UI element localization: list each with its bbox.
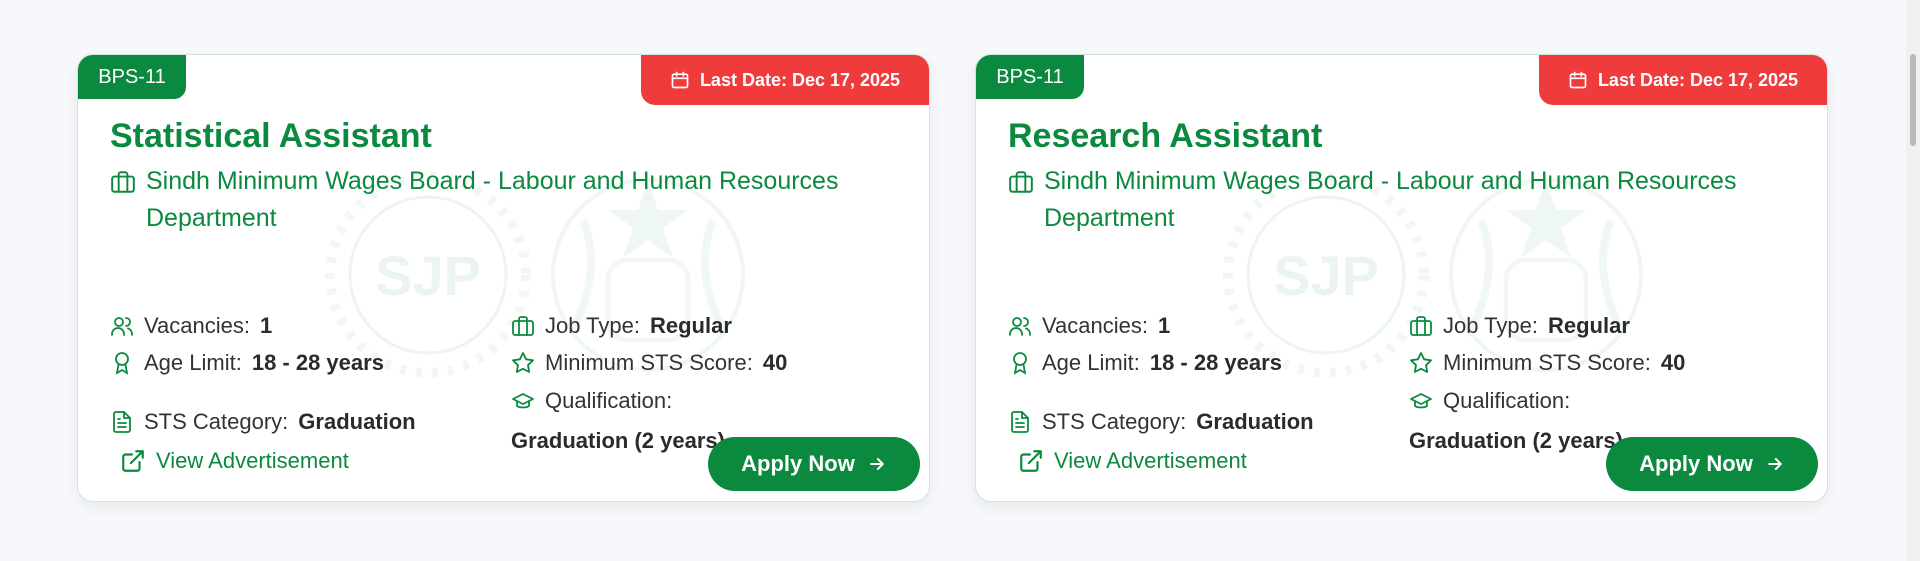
apply-now-label: Apply Now [741,451,855,476]
external-link-icon [122,450,144,472]
view-advertisement-link[interactable]: View Advertisement [120,448,349,474]
vacancies-value: 1 [1157,313,1171,338]
svg-text:SJP: SJP [375,244,481,307]
bps-badge: BPS-11 [976,55,1084,99]
job-type-item: Job Type: Regular [511,313,732,339]
age-limit-label: Age Limit: [1042,350,1140,375]
last-date-text: Last Date: Dec 17, 2025 [699,69,901,90]
apply-now-button[interactable]: Apply Now [708,437,920,491]
min-sts-item: Minimum STS Score: 40 [511,350,787,376]
min-sts-item: Minimum STS Score: 40 [1409,350,1685,376]
last-date-badge: Last Date: Dec 17, 2025 [1539,55,1827,105]
min-sts-value: 40 [762,350,788,375]
job-type-value: Regular [1548,313,1630,338]
qualification-value: Graduation (2 years) [511,428,725,453]
job-type-item: Job Type: Regular [1409,313,1630,339]
qualification-item: Qualification: [1409,388,1570,414]
vacancies-label: Vacancies: [1042,313,1148,338]
qualification-label: Qualification: [545,388,673,413]
external-link-icon [1020,450,1042,472]
star-icon [1410,352,1432,373]
scrollbar[interactable] [1906,0,1920,561]
arrow-right-icon [1767,458,1782,470]
view-advertisement-link[interactable]: View Advertisement [1018,448,1247,474]
users-icon [1009,317,1031,336]
job-title: Statistical Assistant [110,117,432,155]
job-title: Research Assistant [1008,117,1323,155]
graduation-cap-icon [512,393,534,409]
age-limit-item: Age Limit: 18 - 28 years [1008,350,1282,376]
bps-badge: BPS-11 [78,55,186,99]
last-date-text: Last Date: Dec 17, 2025 [1597,69,1799,90]
jobs-page: SJP BPS-11 Last Date: Dec 17, 2025 Stati… [0,0,1920,561]
job-card: SJP BPS-11 Last Date: Dec 17, 2025 Stati… [77,54,930,502]
job-card: SJP BPS-11 Last Date: Dec 17, 2025 Resea… [975,54,1828,502]
department-text: Sindh Minimum Wages Board - Labour and H… [1044,167,1737,232]
vacancies-item: Vacancies: 1 [110,313,272,339]
view-advertisement-label: View Advertisement [1054,448,1247,473]
apply-now-button[interactable]: Apply Now [1606,437,1818,491]
sts-category-label: STS Category: [1042,409,1187,434]
svg-text:SJP: SJP [1273,244,1379,307]
calendar-icon [1569,71,1587,89]
vacancies-item: Vacancies: 1 [1008,313,1170,339]
briefcase-icon [1410,316,1432,336]
sts-category-item: STS Category: Graduation [110,409,416,435]
apply-now-label: Apply Now [1639,451,1753,476]
vacancies-label: Vacancies: [144,313,250,338]
briefcase-icon [512,316,534,336]
qualification-label: Qualification: [1443,388,1571,413]
vacancies-value: 1 [259,313,273,338]
min-sts-label: Minimum STS Score: [1443,350,1651,375]
briefcase-icon [111,171,135,193]
qualification-item: Qualification: [511,388,672,414]
graduation-cap-icon [1410,393,1432,409]
age-limit-value: 18 - 28 years [251,350,384,375]
job-type-value: Regular [650,313,732,338]
department-text: Sindh Minimum Wages Board - Labour and H… [146,167,839,232]
document-icon [1011,411,1029,433]
calendar-icon [671,71,689,89]
arrow-right-icon [869,458,884,470]
sts-category-value: Graduation [298,409,416,434]
view-advertisement-label: View Advertisement [156,448,349,473]
age-limit-label: Age Limit: [144,350,242,375]
min-sts-value: 40 [1660,350,1686,375]
award-icon [115,352,129,375]
age-limit-item: Age Limit: 18 - 28 years [110,350,384,376]
users-icon [111,317,133,336]
department: Sindh Minimum Wages Board - Labour and H… [1008,163,1808,237]
min-sts-label: Minimum STS Score: [545,350,753,375]
document-icon [113,411,131,433]
briefcase-icon [1009,171,1033,193]
sts-category-value: Graduation [1196,409,1314,434]
department: Sindh Minimum Wages Board - Labour and H… [110,163,910,237]
last-date-badge: Last Date: Dec 17, 2025 [641,55,929,105]
star-icon [512,352,534,373]
job-type-label: Job Type: [1443,313,1538,338]
scrollbar-thumb[interactable] [1910,54,1916,146]
sts-category-item: STS Category: Graduation [1008,409,1314,435]
sts-category-label: STS Category: [144,409,289,434]
job-type-label: Job Type: [545,313,640,338]
award-icon [1013,352,1027,375]
qualification-value: Graduation (2 years) [1409,428,1623,453]
age-limit-value: 18 - 28 years [1149,350,1282,375]
